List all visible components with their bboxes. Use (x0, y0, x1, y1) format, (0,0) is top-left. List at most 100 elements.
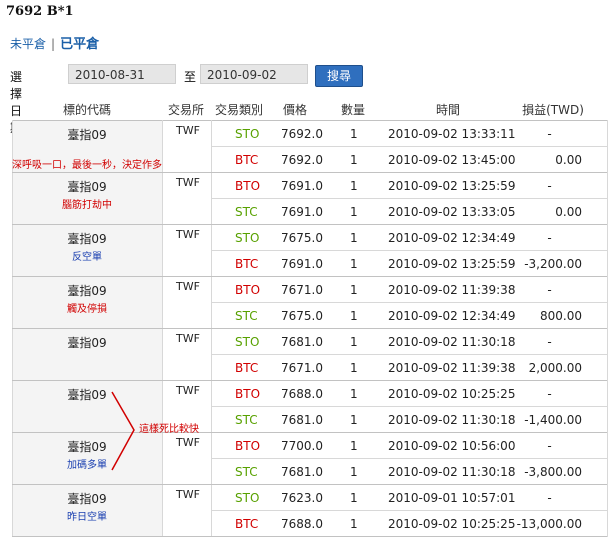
price-cell: 7681.0 (281, 465, 323, 479)
price-cell: 7691.0 (281, 205, 323, 219)
exchange-cell: TWF (176, 280, 200, 293)
exchange-cell: TWF (176, 436, 200, 449)
row-divider (211, 458, 607, 459)
quantity-cell: 1 (350, 439, 358, 453)
symbol-cell: 臺指09 (67, 336, 107, 350)
time-cell: 2010-09-02 12:34:49 (388, 231, 516, 245)
price-cell: 7681.0 (281, 413, 323, 427)
from-date-input[interactable]: 2010-08-31 (68, 64, 176, 84)
trade-type: BTC (235, 153, 259, 167)
page-title: 7692 B*1 (6, 4, 74, 19)
time-cell: 2010-09-02 11:30:18 (388, 335, 516, 349)
quantity-cell: 1 (350, 413, 358, 427)
trade-note: 腦筋打劫中 (62, 200, 112, 211)
pnl-cell: 0.00 (555, 205, 582, 219)
price-cell: 7688.0 (281, 517, 323, 531)
time-cell: 2010-09-02 11:39:38 (388, 283, 516, 297)
symbol-cell: 臺指09 (67, 492, 107, 506)
row-divider (211, 354, 607, 355)
row-divider (211, 302, 607, 303)
column-header: 數量 (340, 103, 365, 117)
pnl-cell: - (547, 387, 552, 401)
pnl-cell: -13,000.00 (516, 517, 582, 531)
trade-type: BTO (235, 283, 261, 297)
column-header: 時間 (435, 103, 460, 117)
pnl-cell: - (547, 439, 552, 453)
trade-note: 觸及停損 (67, 304, 107, 315)
trade-type: STO (235, 335, 260, 349)
pnl-cell: - (547, 283, 552, 297)
symbol-cell: 臺指09 (67, 128, 107, 142)
row-divider (211, 198, 607, 199)
position-tabs: 未平倉 | 已平倉 (10, 33, 99, 52)
row-divider (211, 406, 607, 407)
trade-type: BTO (235, 387, 261, 401)
exchange-cell: TWF (176, 228, 200, 241)
trade-type: STC (235, 205, 258, 219)
time-cell: 2010-09-01 10:57:01 (388, 491, 516, 505)
exchange-cell: TWF (176, 488, 200, 501)
price-cell: 7671.0 (281, 283, 323, 297)
trade-note: 深呼吸一口，最後一秒，決定作多 (12, 160, 162, 171)
pnl-cell: - (547, 491, 552, 505)
tab-open-positions[interactable]: 未平倉 (10, 37, 46, 51)
price-cell: 7691.0 (281, 257, 323, 271)
time-cell: 2010-09-02 13:33:11 (388, 127, 516, 141)
pnl-cell: -3,800.00 (524, 465, 582, 479)
quantity-cell: 1 (350, 491, 358, 505)
trade-type: STO (235, 491, 260, 505)
time-cell: 2010-09-02 13:25:59 (388, 179, 516, 193)
tab-closed-positions[interactable]: 已平倉 (60, 37, 99, 52)
pnl-cell: - (547, 179, 552, 193)
price-cell: 7675.0 (281, 231, 323, 245)
quantity-cell: 1 (350, 153, 358, 167)
pnl-cell: - (547, 127, 552, 141)
price-cell: 7623.0 (281, 491, 323, 505)
to-date-input[interactable]: 2010-09-02 (200, 64, 308, 84)
column-header: 標的代碼 (62, 103, 111, 117)
group-divider (12, 432, 607, 433)
price-cell: 7675.0 (281, 309, 323, 323)
trade-type: BTO (235, 439, 261, 453)
exchange-cell: TWF (176, 176, 200, 189)
pnl-cell: - (547, 231, 552, 245)
exchange-cell: TWF (176, 124, 200, 137)
quantity-cell: 1 (350, 309, 358, 323)
time-cell: 2010-09-02 10:56:00 (388, 439, 516, 453)
quantity-cell: 1 (350, 257, 358, 271)
trade-type: BTO (235, 179, 261, 193)
exchange-cell: TWF (176, 384, 200, 397)
price-cell: 7691.0 (281, 179, 323, 193)
group-divider (12, 484, 607, 485)
trade-note: 昨日空單 (67, 512, 107, 523)
quantity-cell: 1 (350, 231, 358, 245)
group-divider (12, 172, 607, 173)
price-cell: 7688.0 (281, 387, 323, 401)
search-button[interactable]: 搜尋 (315, 65, 363, 87)
tab-separator: | (51, 37, 56, 51)
trade-type: STC (235, 413, 258, 427)
quantity-cell: 1 (350, 387, 358, 401)
price-cell: 7681.0 (281, 335, 323, 349)
quantity-cell: 1 (350, 127, 358, 141)
row-divider (211, 510, 607, 511)
trade-type: STC (235, 465, 258, 479)
trade-table: 臺指09 深呼吸一口，最後一秒，決定作多 TWF STO 7692.0 1 2010-09-… (12, 120, 608, 537)
quantity-cell: 1 (350, 205, 358, 219)
symbol-cell: 臺指09 (67, 232, 107, 246)
row-divider (211, 250, 607, 251)
quantity-cell: 1 (350, 361, 358, 375)
price-cell: 7700.0 (281, 439, 323, 453)
group-divider (12, 276, 607, 277)
group-divider (12, 380, 607, 381)
exchange-cell: TWF (176, 332, 200, 345)
pnl-cell: - (547, 335, 552, 349)
trade-type: BTC (235, 257, 259, 271)
price-cell: 7692.0 (281, 127, 323, 141)
quantity-cell: 1 (350, 465, 358, 479)
column-header: 損益(TWD) (522, 103, 584, 117)
trade-type: STC (235, 309, 258, 323)
table-top-border (12, 120, 607, 121)
group-divider (12, 328, 607, 329)
group-divider (12, 224, 607, 225)
